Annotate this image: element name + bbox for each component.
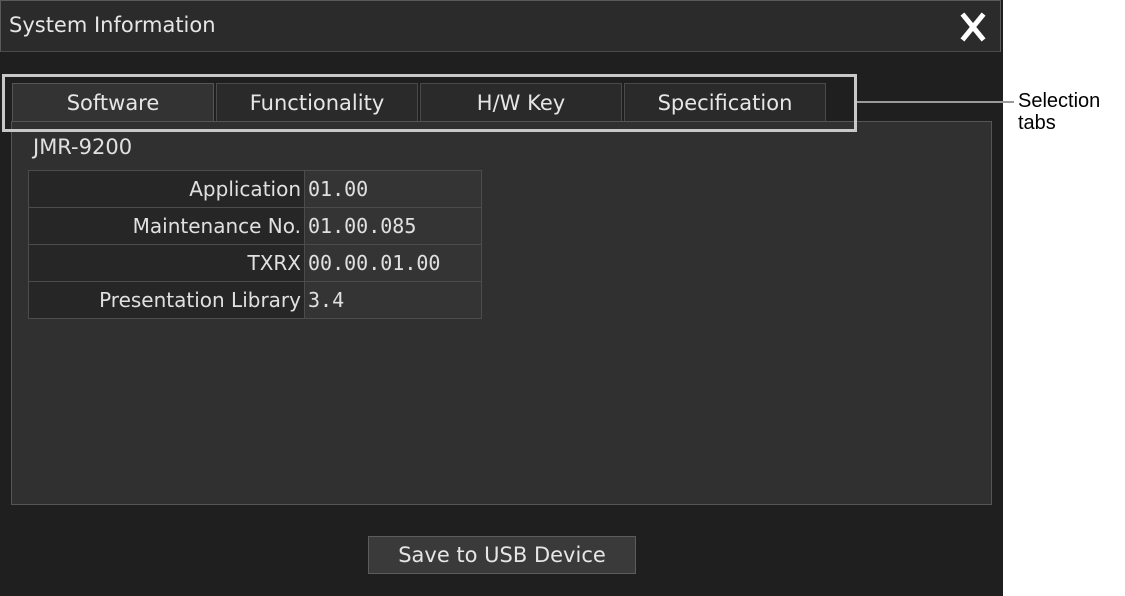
table-row: Maintenance No. 01.00.085: [28, 207, 482, 245]
row-key: Maintenance No.: [28, 207, 305, 245]
table-row: Presentation Library 3.4: [28, 281, 482, 319]
tab-specification[interactable]: Specification: [624, 83, 826, 121]
tab-bar: Software Functionality H/W Key Specifica…: [12, 83, 828, 121]
dialog-title: System Information: [9, 13, 216, 37]
tab-software[interactable]: Software: [12, 83, 214, 121]
close-button[interactable]: [953, 10, 993, 44]
annotation-line2: tabs: [1018, 112, 1056, 134]
row-key: TXRX: [28, 244, 305, 282]
callout-line: [857, 101, 1014, 103]
table-row: Application 01.00: [28, 170, 482, 208]
close-icon: [960, 12, 986, 42]
row-value: 01.00: [304, 170, 482, 208]
tab-hw-key[interactable]: H/W Key: [420, 83, 622, 121]
tab-functionality[interactable]: Functionality: [216, 83, 418, 121]
row-key: Application: [28, 170, 305, 208]
title-bar: System Information: [0, 0, 1001, 52]
row-value: 3.4: [304, 281, 482, 319]
software-info-table: Application 01.00 Maintenance No. 01.00.…: [28, 170, 482, 319]
annotation-line1: Selection: [1018, 90, 1101, 112]
table-row: TXRX 00.00.01.00: [28, 244, 482, 282]
row-value: 00.00.01.00: [304, 244, 482, 282]
row-value: 01.00.085: [304, 207, 482, 245]
model-name: JMR-9200: [33, 135, 133, 159]
selection-tabs-annotation: Selection tabs: [1018, 90, 1122, 134]
system-information-dialog: System Information Software Functionalit…: [0, 0, 1003, 596]
save-to-usb-button[interactable]: Save to USB Device: [368, 536, 636, 574]
row-key: Presentation Library: [28, 281, 305, 319]
